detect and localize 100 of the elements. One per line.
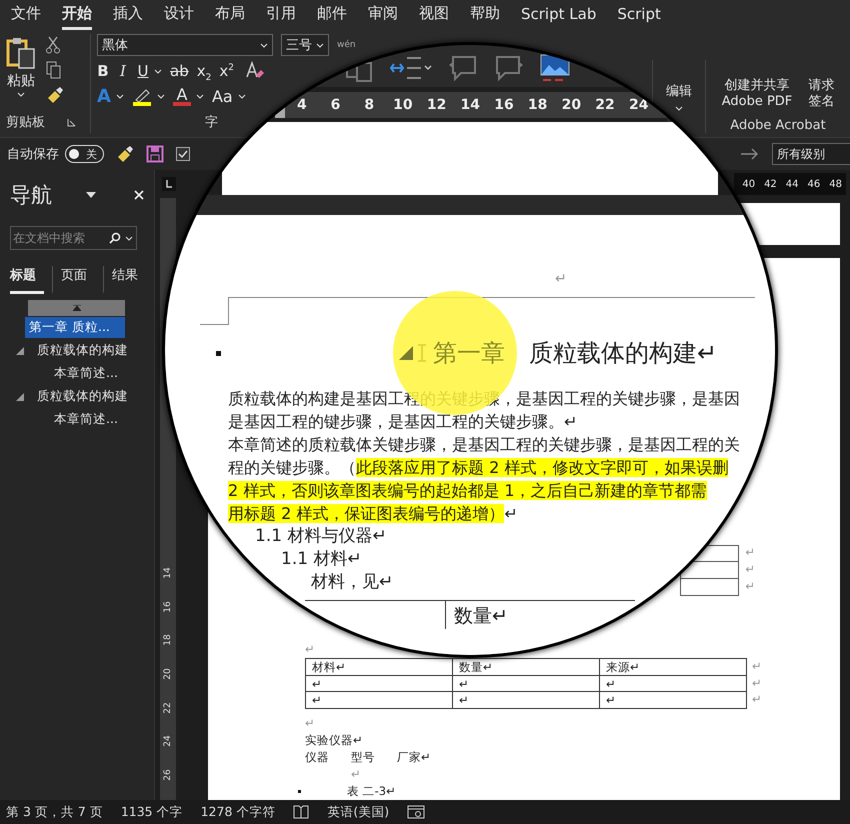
paragraph-line: 用标题 2 样式，保证图表编号的递增）↵	[228, 503, 518, 525]
section-heading: 1.1 材料与仪器↵	[255, 526, 387, 546]
column-heading: 型号	[351, 748, 375, 766]
autosave-toggle[interactable]: 关	[65, 145, 104, 163]
autosave-label: 自动保存	[7, 146, 59, 163]
caret-icon	[260, 42, 268, 48]
paragraph-mark: ↵	[351, 766, 361, 780]
focus-mode-icon[interactable]	[407, 805, 426, 819]
ribbon-tab[interactable]: 布局	[215, 0, 245, 30]
save-icon[interactable]	[146, 145, 164, 163]
caret-icon	[154, 68, 162, 74]
row-end-mark: ↵	[752, 691, 762, 708]
row-end-mark: ↵	[745, 562, 755, 578]
format-button[interactable]: x$_{2}$	[196, 61, 212, 82]
caret-icon	[17, 92, 25, 97]
proofing-icon[interactable]	[293, 805, 310, 819]
expander-icon[interactable]	[16, 346, 24, 354]
paragraph-line: 程的关键步骤。（此段落应用了标题 2 样式，修改文字即可，如果误删	[228, 457, 728, 479]
format-painter-icon[interactable]	[46, 86, 64, 104]
group-label: 剪贴板	[6, 114, 45, 131]
heading-item[interactable]: 质粒载体的构建	[33, 386, 132, 407]
next-comment-icon	[493, 53, 525, 83]
table-caption: 表 二-3↵	[347, 782, 396, 800]
bullet-icon	[298, 790, 301, 792]
table-cell: ↵	[306, 676, 453, 692]
ribbon-tab[interactable]: Script Lab	[521, 0, 596, 30]
paragraph-line: 是基因工程的键步骤，是基因工程的关键步骤。↵	[228, 411, 578, 433]
font-name-field[interactable]: 黑体	[97, 34, 273, 56]
checkbox[interactable]	[176, 147, 190, 161]
heading-item[interactable]: 质粒载体的构建	[33, 340, 132, 361]
row-end-mark: ↵	[752, 674, 762, 691]
change-case-button[interactable]: Aa	[212, 87, 246, 106]
scissors-icon[interactable]	[46, 36, 60, 54]
font-color-button[interactable]: A	[172, 87, 204, 106]
ribbon-tab[interactable]: 审阅	[368, 0, 398, 30]
paste-button[interactable]: 粘贴	[6, 34, 36, 111]
expander-icon[interactable]	[16, 392, 24, 400]
format-button[interactable]: ab	[170, 61, 189, 82]
arrow-right-icon[interactable]	[740, 147, 760, 161]
font-size-field[interactable]: 三号	[281, 34, 329, 56]
format-button[interactable]: x$^{2}$	[219, 61, 234, 82]
chapter-number: 第一章	[433, 338, 505, 369]
ruler[interactable]: 40 42 44 46 48	[734, 173, 846, 195]
caret-icon	[238, 94, 246, 100]
heading-item[interactable]: 本章简述...	[50, 409, 122, 430]
character-count[interactable]: 1278 个字符	[200, 804, 276, 820]
ribbon-tab[interactable]: 文件	[11, 0, 41, 30]
pane-tab[interactable]: 结果	[103, 266, 138, 294]
tab-stop-icon[interactable]	[162, 177, 176, 191]
bullet-icon	[216, 350, 221, 356]
format-button[interactable]: U	[137, 61, 162, 82]
caret-icon[interactable]	[86, 192, 96, 198]
pane-tab[interactable]: 页面	[52, 266, 95, 294]
word-count[interactable]: 1135 个字	[120, 804, 183, 820]
group-label: 字	[205, 114, 218, 132]
outline-level-dropdown[interactable]: 所有级别	[772, 143, 850, 165]
pane-title: 导航	[10, 182, 53, 209]
page-count[interactable]: 第 3 页，共 7 页	[6, 804, 103, 820]
request-signature-button[interactable]: 请求 签名	[808, 78, 834, 110]
section-heading: 1.1 材料↵	[281, 549, 362, 569]
table-cell: ↵	[600, 692, 747, 708]
ribbon-tab[interactable]: 帮助	[470, 0, 500, 30]
ribbon-tab[interactable]: 插入	[113, 0, 143, 30]
editing-button[interactable]: 编辑	[666, 82, 692, 111]
search-field[interactable]: 在文档中搜索	[10, 226, 137, 250]
row-end-mark: ↵	[745, 579, 755, 595]
previous-comment-icon	[447, 53, 479, 83]
ribbon-tab[interactable]: 视图	[419, 0, 449, 30]
copy-icon[interactable]	[46, 61, 62, 79]
ribbon-tab[interactable]: 引用	[266, 0, 296, 30]
paragraph-mark: ↵	[555, 271, 567, 287]
heading-item[interactable]: 本章简述...	[50, 363, 122, 384]
search-icon[interactable]	[109, 232, 121, 244]
paragraph-line: 本章简述的质粒载体关键步骤，是基因工程的关键步骤，是基因工程的关	[228, 434, 740, 456]
pane-tab[interactable]: 标题	[10, 266, 44, 294]
ribbon-tab[interactable]: 设计	[164, 0, 194, 30]
heading-item[interactable]: 第一章 质粒...	[25, 317, 125, 338]
chapter-title: 质粒载体的构建↵	[529, 338, 718, 369]
phonetic-guide-button[interactable]: wén	[337, 40, 356, 50]
caret-icon	[316, 42, 324, 48]
ribbon-tab[interactable]: 开始	[62, 0, 92, 30]
table-cell: ↵	[453, 692, 600, 708]
format-button[interactable]: B	[97, 61, 109, 82]
ribbon-tab[interactable]: 邮件	[317, 0, 347, 30]
caret-icon[interactable]	[125, 236, 133, 241]
dialog-launcher-icon[interactable]	[67, 118, 76, 126]
table-cell: 材料↵	[306, 659, 453, 676]
format-painter-icon[interactable]	[116, 145, 134, 163]
table-cell: ↵	[453, 676, 600, 692]
create-pdf-button[interactable]: 创建并共享 Adobe PDF	[722, 78, 792, 110]
clipboard-icon	[6, 36, 36, 70]
language[interactable]: 英语(美国)	[327, 804, 390, 820]
collapse-icon[interactable]	[399, 346, 413, 360]
close-icon[interactable]	[134, 190, 144, 200]
paragraph-mark: ↵	[305, 642, 315, 656]
caret-icon	[156, 94, 165, 100]
highlight-button[interactable]	[132, 88, 165, 106]
format-button[interactable]: I	[117, 61, 129, 82]
ribbon-tab[interactable]: Script	[617, 0, 661, 30]
caret-icon	[196, 94, 204, 100]
